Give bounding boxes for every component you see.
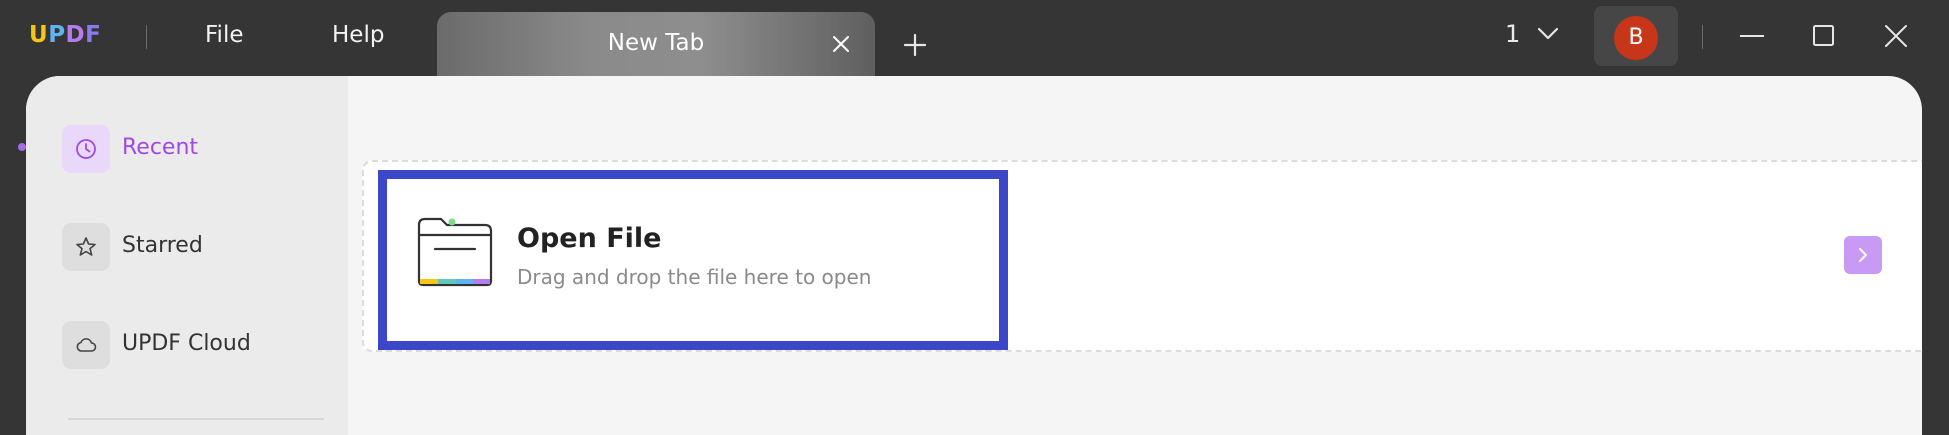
logo-letter-u: U (29, 22, 49, 48)
sidebar-item-label: UPDF Cloud (122, 331, 251, 356)
logo-divider (146, 25, 147, 49)
account-button[interactable]: B (1594, 6, 1678, 66)
clock-icon (62, 125, 110, 173)
close-icon[interactable] (1882, 22, 1910, 50)
sidebar-item-updf-cloud[interactable]: UPDF Cloud (62, 321, 332, 369)
close-icon[interactable] (829, 32, 853, 56)
chevron-right-icon[interactable] (1844, 236, 1882, 274)
menu-help[interactable]: Help (332, 22, 384, 48)
sidebar-divider (68, 418, 324, 420)
open-file-button[interactable]: Open File Drag and drop the file here to… (378, 170, 1008, 350)
controls-divider (1702, 25, 1703, 49)
menu-file[interactable]: File (205, 22, 244, 48)
main-area: Open File Drag and drop the file here to… (348, 76, 1922, 435)
chevron-down-icon[interactable] (1536, 26, 1560, 42)
plus-icon[interactable] (900, 30, 930, 60)
active-indicator (18, 143, 26, 151)
open-file-subtitle: Drag and drop the file here to open (517, 265, 872, 289)
star-icon (62, 223, 110, 271)
title-bar: UPDF File Help New Tab 1 B (0, 0, 1949, 76)
logo-letter-f: F (85, 22, 102, 48)
tab-new-tab[interactable]: New Tab (437, 12, 875, 76)
logo-letter-d: D (65, 22, 86, 48)
content-window: Recent Starred UPDF Cloud Open File Drag… (26, 76, 1922, 435)
maximize-icon[interactable] (1810, 22, 1838, 50)
page-count[interactable]: 1 (1505, 20, 1520, 48)
updf-logo: UPDF (29, 22, 101, 48)
tab-title: New Tab (607, 30, 705, 56)
open-file-title: Open File (517, 223, 662, 254)
folder-icon (415, 215, 495, 293)
minimize-icon[interactable] (1738, 22, 1766, 50)
sidebar: Recent Starred UPDF Cloud (26, 76, 348, 435)
avatar: B (1614, 16, 1658, 60)
sidebar-item-label: Starred (122, 233, 203, 258)
cloud-icon (62, 321, 110, 369)
sidebar-item-recent[interactable]: Recent (62, 125, 332, 173)
sidebar-item-starred[interactable]: Starred (62, 223, 332, 271)
sidebar-item-label: Recent (122, 135, 199, 160)
logo-letter-p: P (48, 22, 66, 48)
